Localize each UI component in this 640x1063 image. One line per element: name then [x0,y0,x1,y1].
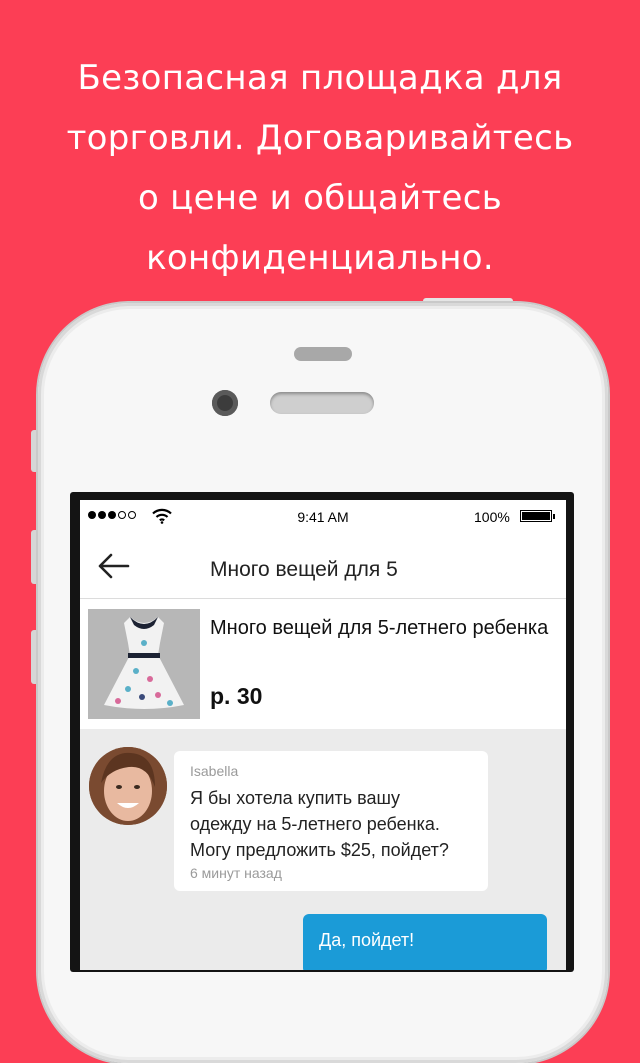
page-title: Много вещей для 5 [210,558,398,581]
message-timestamp: 6 минут назад [190,865,282,881]
headline-line: о цене и общайтесь [137,178,503,218]
outgoing-message: Да, пойдет! [303,914,547,970]
product-image [88,609,200,719]
camera-icon [212,390,238,416]
product-card[interactable]: Много вещей для 5-летнего ребенка р. 30 [80,599,566,729]
message-line: Могу предложить $25, пойдет? [190,840,449,860]
avatar[interactable] [89,747,167,825]
battery-percent: 100% [474,509,510,525]
message-line: Я бы хотела купить вашу [190,788,400,808]
reply-text: Да, пойдет! [319,930,415,950]
nav-bar: Много вещей для 5 [80,534,566,599]
app-screen: 9:41 AM 100% Много вещей для 5 Много вещ… [80,500,566,970]
headline-line: конфиденциально. [146,238,494,278]
message-sender: Isabella [190,763,239,779]
status-bar: 9:41 AM 100% [80,500,566,534]
phone-sensor [294,347,352,361]
headline-line: Безопасная площадка для [77,58,563,98]
headline-line: торговли. Договаривайтесь [66,118,574,158]
message-text: Я бы хотела купить вашу одежду на 5-летн… [190,785,482,863]
promo-headline: Безопасная площадка для торговли. Догова… [20,48,620,288]
product-price: р. 30 [210,683,263,709]
message-line: одежду на 5-летнего ребенка. [190,814,440,834]
phone-earpiece [270,392,374,414]
incoming-message: Isabella Я бы хотела купить вашу одежду … [174,751,488,891]
arrow-left-icon[interactable] [96,552,130,580]
battery-icon [520,510,555,522]
product-title: Много вещей для 5-летнего ребенка [210,617,549,639]
